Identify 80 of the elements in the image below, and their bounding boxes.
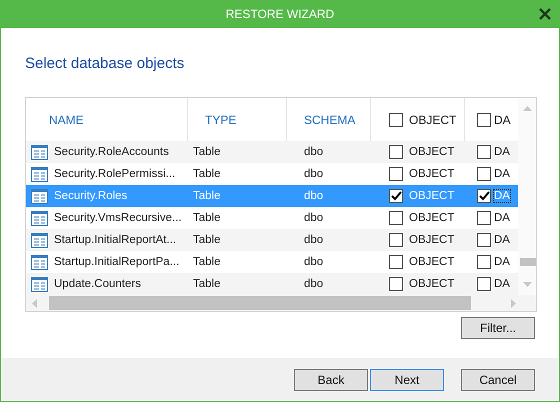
table-cell: dbo <box>304 168 324 180</box>
checkbox[interactable] <box>389 255 403 269</box>
checkbox[interactable] <box>389 233 403 247</box>
checkbox[interactable] <box>389 167 403 181</box>
checkbox[interactable] <box>477 167 491 181</box>
checkbox[interactable] <box>389 189 403 203</box>
page-heading: Select database objects <box>25 55 186 74</box>
column-header[interactable]: NAME <box>49 112 84 126</box>
checkbox-label: DA <box>494 146 510 158</box>
table-cell: Table <box>193 278 220 290</box>
table-row[interactable]: Startup.InitialReportPa... Table dbo OBJECT DA <box>26 251 518 273</box>
table-icon <box>31 210 48 226</box>
close-icon[interactable] <box>539 8 551 20</box>
checkbox-label: OBJECT <box>409 168 454 180</box>
wizard-button[interactable]: Back <box>294 368 368 390</box>
column-header[interactable]: SCHEMA <box>304 112 356 126</box>
checkbox-label: OBJECT <box>409 146 454 158</box>
table-icon <box>31 188 48 204</box>
checkbox-label: DA <box>494 212 510 224</box>
checkbox-label: DA <box>494 256 510 268</box>
table-icon <box>31 276 48 292</box>
table-cell: Security.RolePermissi... <box>54 168 176 180</box>
column-header: DA <box>494 112 511 126</box>
table-cell: dbo <box>304 190 324 202</box>
checkbox-label: DA <box>494 278 510 290</box>
table-cell: Update.Counters <box>54 278 141 290</box>
wizard-button[interactable]: Next <box>370 368 444 390</box>
checkbox-label: DA <box>494 190 510 202</box>
checkbox[interactable] <box>477 233 491 247</box>
table-cell: dbo <box>304 256 324 268</box>
scroll-thumb[interactable] <box>520 258 536 266</box>
checkbox-label: OBJECT <box>409 212 454 224</box>
table-cell: dbo <box>304 146 324 158</box>
table-cell: Security.Roles <box>54 190 128 202</box>
table-row[interactable]: Startup.InitialReportAt... Table dbo OBJECT DA <box>26 229 518 251</box>
table-cell: Table <box>193 168 220 180</box>
column-header: OBJECT <box>409 112 456 126</box>
checkbox-label: OBJECT <box>409 234 454 246</box>
checkbox[interactable] <box>477 112 491 126</box>
checkbox-label: DA <box>494 234 510 246</box>
table-cell: Table <box>193 256 220 268</box>
checkbox[interactable] <box>477 255 491 269</box>
column-header[interactable]: TYPE <box>205 112 236 126</box>
table-cell: Startup.InitialReportAt... <box>54 234 176 246</box>
table-icon <box>31 254 48 270</box>
table-icon <box>31 232 48 248</box>
table-cell: Table <box>193 146 220 158</box>
table-cell: dbo <box>304 278 324 290</box>
table-cell: Security.RoleAccounts <box>54 146 169 158</box>
horizontal-scrollbar[interactable] <box>26 295 536 311</box>
table-row[interactable]: Security.VmsRecursive... Table dbo OBJECT DA <box>26 207 518 229</box>
checkbox[interactable] <box>389 211 403 225</box>
table-icon <box>31 166 48 182</box>
checkbox[interactable] <box>477 189 491 203</box>
checkbox[interactable] <box>477 277 491 291</box>
table-cell: Table <box>193 212 220 224</box>
table-cell: dbo <box>304 234 324 246</box>
vertical-scrollbar[interactable] <box>518 98 536 295</box>
filter-button[interactable]: Filter... <box>461 317 535 339</box>
checkbox-label: OBJECT <box>409 278 454 290</box>
table-cell: dbo <box>304 212 324 224</box>
table-cell: Startup.InitialReportPa... <box>54 256 180 268</box>
table-cell: Security.VmsRecursive... <box>54 212 182 224</box>
checkbox[interactable] <box>477 145 491 159</box>
table-icon <box>31 144 48 160</box>
table-row[interactable]: Security.RolePermissi... Table dbo OBJECT DA <box>26 163 518 185</box>
checkbox[interactable] <box>389 112 403 126</box>
checkbox-label: DA <box>494 168 510 180</box>
table-row[interactable]: Security.RoleAccounts Table dbo OBJECT DA <box>26 141 518 163</box>
table-row[interactable]: Update.Counters Table dbo OBJECT DA <box>26 273 518 295</box>
table-cell: Table <box>193 234 220 246</box>
checkbox[interactable] <box>389 277 403 291</box>
scroll-thumb[interactable] <box>49 296 471 310</box>
table-cell: Table <box>193 190 220 202</box>
checkbox-label: OBJECT <box>409 256 454 268</box>
checkbox[interactable] <box>389 145 403 159</box>
wizard-button[interactable]: Cancel <box>461 368 535 390</box>
checkbox[interactable] <box>477 211 491 225</box>
checkbox-label: OBJECT <box>409 190 454 202</box>
window-title: RESTORE WIZARD <box>226 7 334 21</box>
